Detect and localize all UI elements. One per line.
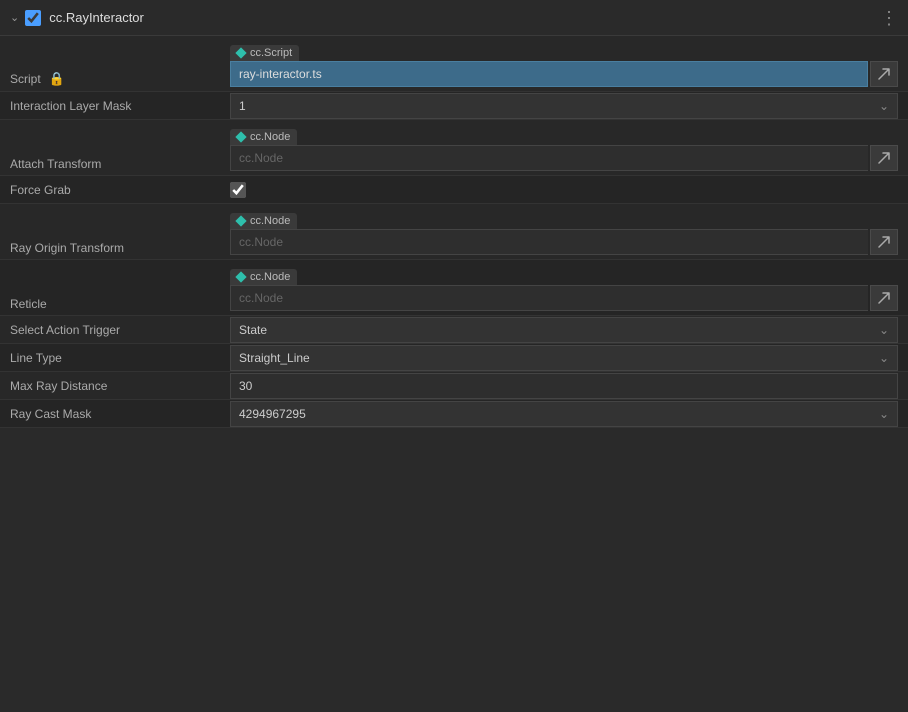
script-input-row bbox=[230, 61, 898, 87]
ray-origin-input-row: cc.Node bbox=[230, 229, 898, 255]
select-action-trigger-value: State bbox=[239, 323, 879, 337]
diamond-icon-3 bbox=[235, 215, 246, 226]
script-label: Script 🔒 bbox=[10, 71, 230, 87]
script-pick-button[interactable] bbox=[870, 61, 898, 87]
ray-cast-mask-row: Ray Cast Mask 4294967295 ⌄ bbox=[0, 400, 908, 428]
ray-origin-transform-badge: cc.Node bbox=[230, 213, 297, 229]
script-label-text: Script bbox=[10, 72, 41, 86]
component-title: cc.RayInteractor bbox=[49, 10, 880, 25]
dropdown-chevron-icon-4: ⌄ bbox=[879, 407, 889, 421]
ray-origin-badge-text: cc.Node bbox=[250, 215, 290, 227]
collapse-chevron[interactable]: ⌄ bbox=[10, 11, 19, 24]
reticle-value: cc.Node bbox=[230, 285, 868, 311]
reticle-input-row: cc.Node bbox=[230, 285, 898, 311]
interaction-layer-mask-dropdown[interactable]: 1 ⌄ bbox=[230, 93, 898, 119]
ray-cast-mask-label: Ray Cast Mask bbox=[10, 407, 230, 421]
script-property-row: Script 🔒 cc.Script bbox=[0, 36, 908, 92]
interaction-layer-mask-label: Interaction Layer Mask bbox=[10, 99, 230, 113]
line-type-value: Straight_Line bbox=[239, 351, 879, 365]
more-options-button[interactable]: ⋮ bbox=[880, 9, 898, 27]
ray-origin-transform-label: Ray Origin Transform bbox=[10, 241, 230, 255]
reticle-field: cc.Node cc.Node bbox=[230, 269, 898, 311]
ray-origin-transform-row: Ray Origin Transform cc.Node cc.Node bbox=[0, 204, 908, 260]
max-ray-distance-input[interactable] bbox=[230, 373, 898, 399]
reticle-label: Reticle bbox=[10, 297, 230, 311]
line-type-dropdown[interactable]: Straight_Line ⌄ bbox=[230, 345, 898, 371]
max-ray-distance-label: Max Ray Distance bbox=[10, 379, 230, 393]
dropdown-chevron-icon-3: ⌄ bbox=[879, 351, 889, 365]
interaction-layer-mask-value: 1 bbox=[239, 99, 879, 113]
attach-transform-badge-text: cc.Node bbox=[250, 131, 290, 143]
attach-transform-input-row: cc.Node bbox=[230, 145, 898, 171]
ray-cast-mask-dropdown[interactable]: 4294967295 ⌄ bbox=[230, 401, 898, 427]
diamond-icon bbox=[235, 47, 246, 58]
select-action-trigger-row: Select Action Trigger State ⌄ bbox=[0, 316, 908, 344]
script-badge-text: cc.Script bbox=[250, 47, 292, 59]
force-grab-field bbox=[230, 182, 898, 198]
reticle-badge-text: cc.Node bbox=[250, 271, 290, 283]
ray-origin-pick-button[interactable] bbox=[870, 229, 898, 255]
interaction-layer-mask-row: Interaction Layer Mask 1 ⌄ bbox=[0, 92, 908, 120]
attach-transform-label: Attach Transform bbox=[10, 157, 230, 171]
force-grab-checkbox[interactable] bbox=[230, 182, 246, 198]
dropdown-chevron-icon-2: ⌄ bbox=[879, 323, 889, 337]
reticle-pick-button[interactable] bbox=[870, 285, 898, 311]
force-grab-label: Force Grab bbox=[10, 183, 230, 197]
reticle-row: Reticle cc.Node cc.Node bbox=[0, 260, 908, 316]
dropdown-chevron-icon: ⌄ bbox=[879, 99, 889, 113]
attach-transform-pick-button[interactable] bbox=[870, 145, 898, 171]
line-type-label: Line Type bbox=[10, 351, 230, 365]
line-type-row: Line Type Straight_Line ⌄ bbox=[0, 344, 908, 372]
ray-cast-mask-value: 4294967295 bbox=[239, 407, 879, 421]
script-field: cc.Script bbox=[230, 45, 898, 87]
ray-origin-transform-field: cc.Node cc.Node bbox=[230, 213, 898, 255]
lock-icon: 🔒 bbox=[49, 71, 65, 87]
attach-transform-row: Attach Transform cc.Node cc.Node bbox=[0, 120, 908, 176]
max-ray-distance-row: Max Ray Distance bbox=[0, 372, 908, 400]
component-header: ⌄ cc.RayInteractor ⋮ bbox=[0, 0, 908, 36]
component-enabled-checkbox[interactable] bbox=[25, 10, 41, 26]
force-grab-row: Force Grab bbox=[0, 176, 908, 204]
script-type-badge: cc.Script bbox=[230, 45, 299, 61]
select-action-trigger-label: Select Action Trigger bbox=[10, 323, 230, 337]
ray-origin-value: cc.Node bbox=[230, 229, 868, 255]
diamond-icon-4 bbox=[235, 271, 246, 282]
attach-transform-field: cc.Node cc.Node bbox=[230, 129, 898, 171]
select-action-trigger-dropdown[interactable]: State ⌄ bbox=[230, 317, 898, 343]
script-input[interactable] bbox=[230, 61, 868, 87]
attach-transform-value: cc.Node bbox=[230, 145, 868, 171]
diamond-icon-2 bbox=[235, 131, 246, 142]
reticle-badge: cc.Node bbox=[230, 269, 297, 285]
attach-transform-badge: cc.Node bbox=[230, 129, 297, 145]
